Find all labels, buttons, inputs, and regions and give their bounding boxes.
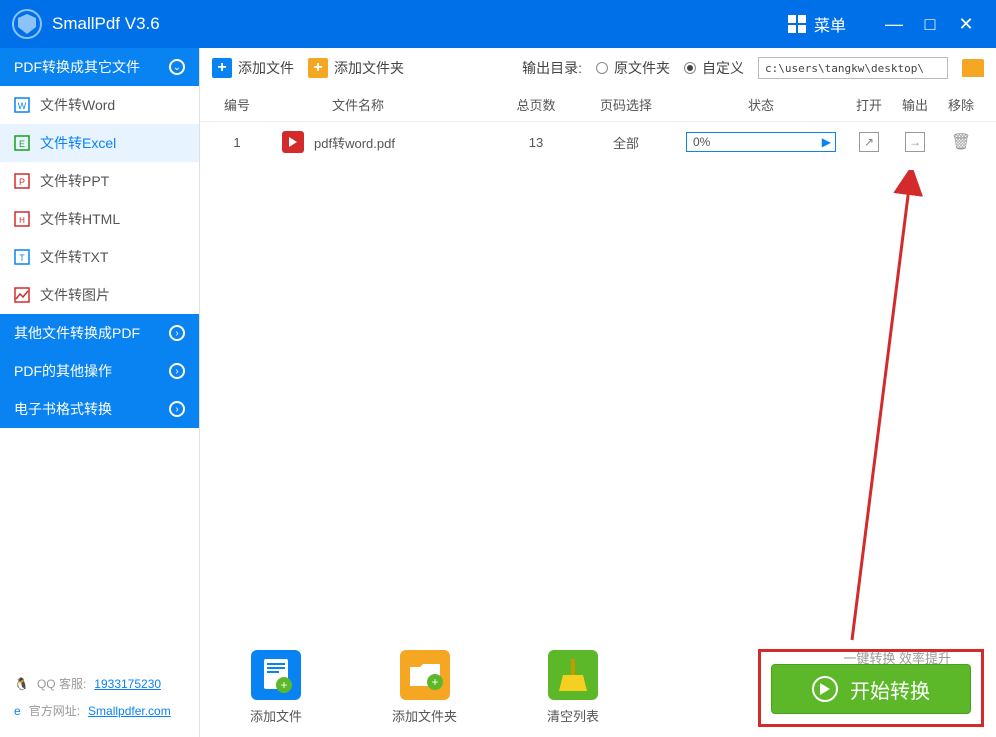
cell-num: 1 bbox=[212, 135, 262, 150]
cell-name: pdf转word.pdf bbox=[262, 131, 496, 153]
svg-text:E: E bbox=[19, 139, 25, 149]
sidebar-category-pdf-to-other[interactable]: PDF转换成其它文件 ⌄ bbox=[0, 48, 199, 86]
pdf-icon bbox=[282, 131, 304, 153]
th-out: 输出 bbox=[892, 95, 938, 114]
th-status: 状态 bbox=[676, 95, 846, 114]
main-panel: + 添加文件 + 添加文件夹 输出目录: 原文件夹 自定义 编号 文件名称 总页… bbox=[200, 48, 996, 737]
open-button[interactable]: ↗ bbox=[859, 132, 879, 152]
th-num: 编号 bbox=[212, 95, 262, 114]
chevron-down-icon: ⌄ bbox=[169, 59, 185, 75]
site-link[interactable]: Smallpdfer.com bbox=[88, 704, 171, 718]
th-name: 文件名称 bbox=[262, 95, 496, 114]
th-sel: 页码选择 bbox=[576, 95, 676, 114]
file-add-icon: + bbox=[251, 650, 301, 700]
txt-icon: T bbox=[14, 249, 30, 265]
plus-icon: + bbox=[212, 58, 232, 78]
output-button[interactable]: → bbox=[905, 132, 925, 152]
chevron-right-icon: › bbox=[169, 401, 185, 417]
start-hint: 一键转换 效率提升 bbox=[843, 648, 951, 667]
chevron-right-icon: › bbox=[169, 325, 185, 341]
cell-page-select[interactable]: 全部 bbox=[576, 133, 676, 152]
sidebar-item-word[interactable]: W 文件转Word bbox=[0, 86, 199, 124]
folder-add-icon: + bbox=[400, 650, 450, 700]
output-path-input[interactable] bbox=[758, 57, 948, 79]
app-title: SmallPdf V3.6 bbox=[52, 14, 788, 34]
cell-status: 0% ▶ bbox=[676, 132, 846, 152]
svg-text:H: H bbox=[19, 216, 25, 225]
sidebar-footer: 🐧 QQ 客服: 1933175230 e 官方网址: Smallpdfer.c… bbox=[0, 655, 199, 737]
table-row: 1 pdf转word.pdf 13 全部 0% ▶ ↗ → 🗑 bbox=[200, 122, 996, 162]
menu-button[interactable]: 菜单 bbox=[788, 12, 846, 36]
start-highlight-box: 一键转换 效率提升 开始转换 bbox=[758, 649, 984, 727]
app-logo-icon bbox=[12, 9, 42, 39]
plus-icon: + bbox=[308, 58, 328, 78]
word-icon: W bbox=[14, 97, 30, 113]
svg-text:T: T bbox=[19, 253, 25, 263]
svg-text:+: + bbox=[280, 678, 287, 692]
th-pages: 总页数 bbox=[496, 95, 576, 114]
sidebar-item-image[interactable]: 文件转图片 bbox=[0, 276, 199, 314]
menu-label: 菜单 bbox=[814, 12, 846, 36]
add-file-button[interactable]: + 添加文件 bbox=[212, 58, 294, 78]
sidebar-item-excel[interactable]: E 文件转Excel bbox=[0, 124, 199, 162]
title-bar: SmallPdf V3.6 菜单 — □ ✕ bbox=[0, 0, 996, 48]
play-icon: ▶ bbox=[822, 135, 831, 149]
sidebar-item-html[interactable]: H 文件转HTML bbox=[0, 200, 199, 238]
broom-icon bbox=[548, 650, 598, 700]
start-convert-button[interactable]: 开始转换 bbox=[771, 664, 971, 714]
sidebar: PDF转换成其它文件 ⌄ W 文件转Word E 文件转Excel P 文件转P… bbox=[0, 48, 200, 737]
svg-text:+: + bbox=[431, 675, 438, 689]
chevron-right-icon: › bbox=[169, 363, 185, 379]
table-header: 编号 文件名称 总页数 页码选择 状态 打开 输出 移除 bbox=[200, 88, 996, 122]
toolbar: + 添加文件 + 添加文件夹 输出目录: 原文件夹 自定义 bbox=[200, 48, 996, 88]
ppt-icon: P bbox=[14, 173, 30, 189]
close-button[interactable]: ✕ bbox=[948, 14, 984, 35]
cell-pages: 13 bbox=[496, 135, 576, 150]
qq-link[interactable]: 1933175230 bbox=[94, 677, 161, 691]
delete-button[interactable]: 🗑 bbox=[951, 134, 971, 151]
sidebar-category-other-to-pdf[interactable]: 其他文件转换成PDF › bbox=[0, 314, 199, 352]
play-circle-icon bbox=[812, 676, 838, 702]
svg-text:P: P bbox=[19, 177, 25, 187]
svg-text:W: W bbox=[18, 101, 27, 111]
bottom-add-folder-button[interactable]: + 添加文件夹 bbox=[392, 650, 457, 725]
maximize-button[interactable]: □ bbox=[912, 14, 948, 35]
bottom-clear-button[interactable]: 清空列表 bbox=[547, 650, 599, 725]
browse-folder-button[interactable] bbox=[962, 59, 984, 77]
bottom-bar: + 添加文件 + 添加文件夹 清空列表 一键转换 效率提升 bbox=[200, 637, 996, 737]
add-folder-button[interactable]: + 添加文件夹 bbox=[308, 58, 404, 78]
image-icon bbox=[14, 287, 30, 303]
sidebar-item-txt[interactable]: T 文件转TXT bbox=[0, 238, 199, 276]
progress-bar[interactable]: 0% ▶ bbox=[686, 132, 836, 152]
output-dir-label: 输出目录: bbox=[522, 58, 582, 78]
annotation-arrow-icon bbox=[822, 170, 942, 650]
sidebar-category-ebook[interactable]: 电子书格式转换 › bbox=[0, 390, 199, 428]
th-open: 打开 bbox=[846, 95, 892, 114]
ie-icon: e bbox=[14, 704, 21, 718]
minimize-button[interactable]: — bbox=[876, 14, 912, 35]
bottom-add-file-button[interactable]: + 添加文件 bbox=[250, 650, 302, 725]
sidebar-category-pdf-ops[interactable]: PDF的其他操作 › bbox=[0, 352, 199, 390]
sidebar-item-ppt[interactable]: P 文件转PPT bbox=[0, 162, 199, 200]
radio-source-folder[interactable]: 原文件夹 bbox=[596, 58, 670, 78]
th-del: 移除 bbox=[938, 95, 984, 114]
qq-icon: 🐧 bbox=[14, 677, 29, 691]
html-icon: H bbox=[14, 211, 30, 227]
radio-custom-folder[interactable]: 自定义 bbox=[684, 58, 744, 78]
excel-icon: E bbox=[14, 135, 30, 151]
grid-icon bbox=[788, 15, 806, 33]
